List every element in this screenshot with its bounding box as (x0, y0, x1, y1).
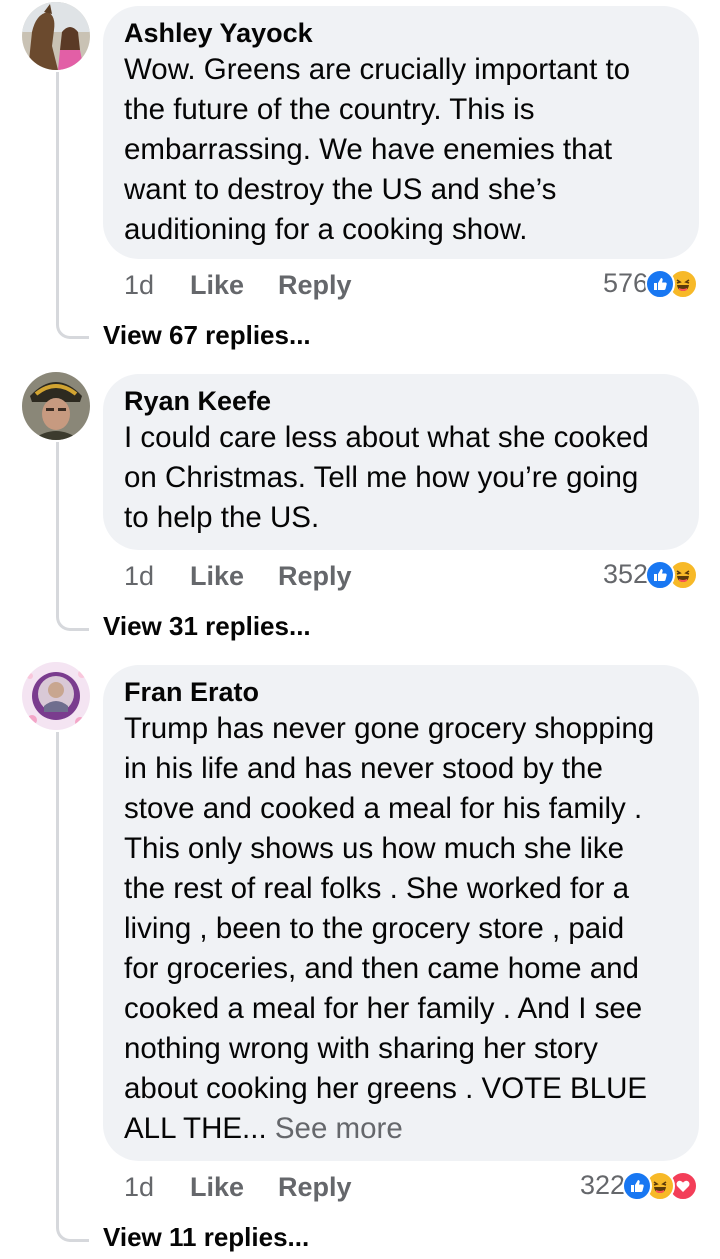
reaction-count: 322 (579, 1170, 625, 1200)
comment-text-body: Trump has never gone grocery shopping in… (124, 712, 655, 1145)
comment-fran-erato: Fran Erato Trump has never gone grocery … (0, 0, 720, 1259)
like-icon (645, 268, 675, 299)
like-icon (622, 1170, 652, 1201)
reply-button[interactable]: Reply (278, 1172, 352, 1203)
like-icon (645, 559, 675, 590)
see-more-link[interactable]: See more (275, 1112, 403, 1145)
comment-actions: 1d Like Reply (124, 1172, 352, 1203)
like-button[interactable]: Like (190, 1172, 278, 1203)
comment-age[interactable]: 1d (124, 1172, 190, 1203)
comment-text: Trump has never gone grocery shopping in… (124, 709, 679, 1149)
view-replies-link[interactable]: View 11 replies... (103, 1222, 309, 1253)
thread-line (56, 732, 89, 1242)
reaction-summary[interactable]: 322 (580, 1170, 698, 1201)
comment-bubble: Fran Erato Trump has never gone grocery … (103, 665, 699, 1161)
avatar[interactable] (22, 662, 90, 730)
comment-author[interactable]: Fran Erato (124, 675, 679, 709)
